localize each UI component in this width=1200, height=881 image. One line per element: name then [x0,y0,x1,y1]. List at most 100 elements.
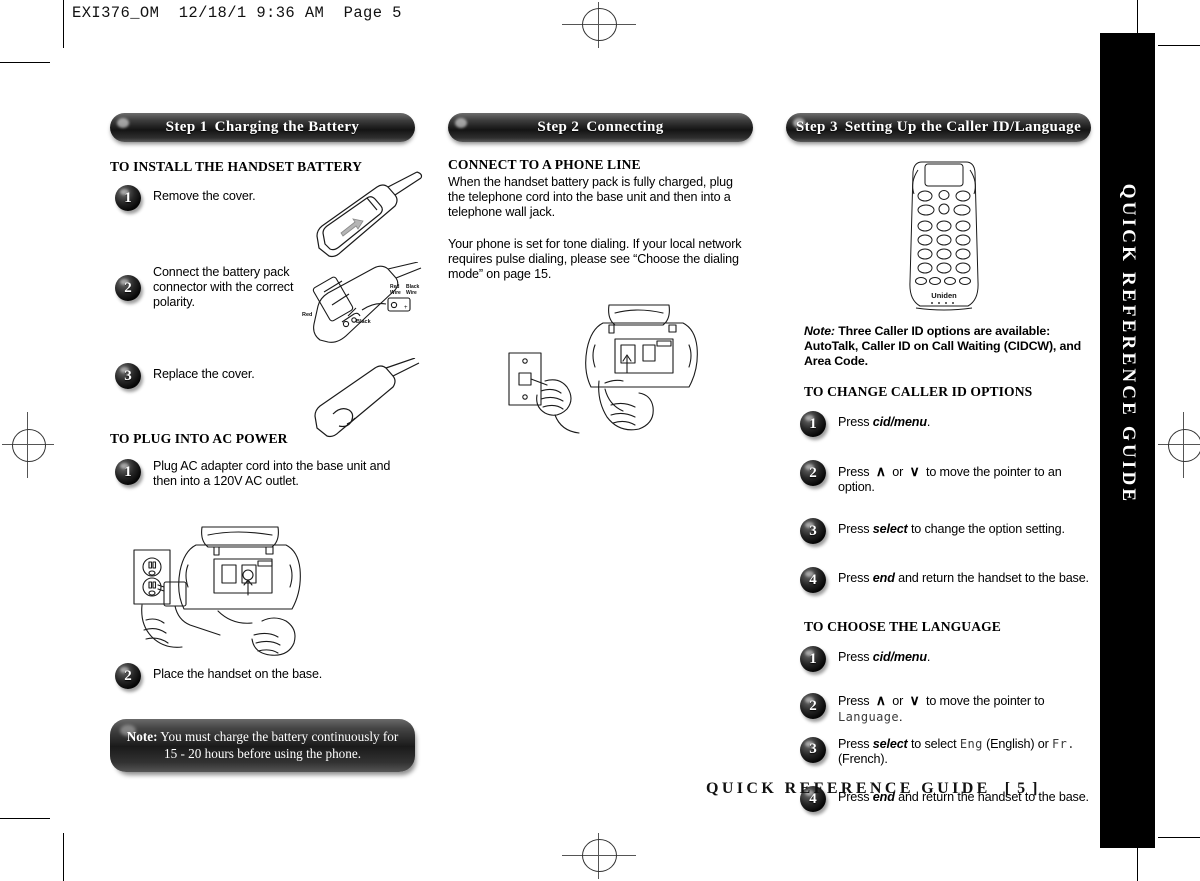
key-label: cid/menu [872,415,927,429]
heading-change-caller-id: TO CHANGE CALLER ID OPTIONS [804,384,1033,399]
footer-title: QUICK REFERENCE GUIDE [706,780,991,797]
step-text: Press cid/menu. [826,411,930,430]
list-item: 2 Press ∧ or ∨ to move the pointer to an… [800,460,1091,495]
chevron-down-icon: ∨ [909,692,920,709]
note-caller-id-options: Note: Three Caller ID options are availa… [786,324,1091,369]
step-1-header: Step 1 Charging the Battery [110,113,415,142]
step-3-number: Step 3 [795,119,838,135]
step-text: Plug AC adapter cord into the base unit … [153,459,391,489]
step-bullet: 3 [800,518,826,545]
heading-choose-language: TO CHOOSE THE LANGUAGE [804,619,1001,635]
step-bullet-number: 4 [809,571,817,588]
step-text-pre: Press [838,650,873,665]
heading-connect-phone-line: CONNECT TO A PHONE LINE [448,157,641,172]
step-bullet: 2 [800,693,826,720]
step-text-post: to select [907,736,960,751]
crop-mark-top-right-horizontal [1158,45,1200,47]
list-item: 1 Press cid/menu. [800,411,1091,437]
registration-mark-right [1158,412,1200,478]
paragraph-connect: When the handset battery pack is fully c… [448,175,733,220]
note-text: Three Caller ID options are available: A… [804,324,1082,368]
step-text-mid: or [888,465,907,479]
step-2-header: Step 2 Connecting [448,113,753,142]
step-text-pre: Press [838,571,873,586]
step-text-post: . [926,650,931,665]
step-3-header: Step 3 Setting Up the Caller ID/Language [786,113,1091,142]
registration-mark-bottom [562,833,636,879]
step-2-number: Step 2 [537,119,580,135]
step-bullet-number: 3 [809,741,817,758]
step-bullet-number: 4 [809,790,817,807]
footer: QUICK REFERENCE GUIDE [ 5 ] [706,780,1039,798]
crop-mark-bottom-left-horizontal [0,818,50,820]
step-text-tail: (French). [838,752,888,767]
page-canvas: EXI376_OM 12/18/1 9:36 AM Page 5 QUICK R… [0,0,1200,881]
list-item: 1 Press cid/menu. [800,646,1091,673]
chevron-up-icon: ∧ [875,692,886,709]
note-label: Note: [126,729,158,744]
step-text: Press ∧ or ∨ to move the pointer to an o… [826,460,1091,495]
step-text: Connect the battery pack connector with … [153,265,294,310]
key-label: cid/menu [872,650,927,665]
step-text-post: and return the handset to the base. [894,571,1089,586]
list-item: 4 Press end and return the handset to th… [800,567,1091,594]
step-text: Press ∧ or ∨ to move the pointer to Lang… [826,693,1045,724]
column-step-2: Step 2 Connecting CONNECT TO A PHONE LINE… [448,113,753,282]
step-bullet: 1 [800,646,826,673]
step-bullet-number: 2 [124,667,132,684]
crop-mark-bottom-right-vertical [1137,843,1139,881]
step-bullet-number: 3 [124,367,132,384]
step-text-pre: Press [838,694,873,709]
step-bullet: 1 [115,185,141,211]
step-text-pre: Press [838,736,873,751]
step-bullet: 3 [115,363,141,389]
note-label: Note: [804,324,835,338]
step-bullet-number: 1 [124,463,132,480]
illustration-ac-power-hookup [122,525,344,665]
step-bullet-number: 1 [809,650,817,667]
list-item: 2 Connect the battery pack connector wit… [115,265,295,311]
step-text: Press cid/menu. [826,646,930,665]
step-bullet: 3 [800,736,826,763]
list-item: 3 Press select to change the option sett… [800,518,1091,545]
step-1-title: Charging the Battery [214,119,360,135]
step-1-number: Step 1 [165,119,208,135]
step-bullet-number: 1 [124,189,132,206]
lcd-text-language: Language [838,709,899,724]
step-bullet-number: 3 [809,522,817,539]
note-line-1: You must charge the battery continuously… [157,729,399,744]
step-bullet-number: 2 [809,697,817,714]
svg-text:Black: Black [356,319,372,325]
step-3-title: Setting Up the Caller ID/Language [844,119,1082,135]
illustration-replace-cover [305,358,425,438]
step-bullet-number: 1 [809,415,817,432]
footer-page-number: [ 5 ] [1004,780,1039,797]
steps-place-handset: 2 Place the handset on the base. [110,663,415,691]
key-label: select [872,736,908,751]
step-text: Replace the cover. [153,367,255,381]
step-text-post: . [926,415,931,429]
crop-mark-bottom-left-vertical [63,833,65,881]
step-bullet: 1 [115,459,141,485]
step-bullet-number: 2 [809,464,817,481]
illustration-phone-line-hookup [487,295,709,445]
lcd-text-fr: Fr. [1052,736,1075,751]
step-text: Press select to select Eng (English) or … [826,737,1075,767]
list-item: 2 Place the handset on the base. [115,663,415,689]
side-tab-label: QUICK REFERENCE GUIDE [1117,183,1139,505]
registration-mark-top [562,2,636,48]
step-2-title: Connecting [586,119,664,135]
note-box-charging: Note: You must charge the battery contin… [110,719,415,772]
steps-caller-id: 1 Press cid/menu. 2 Press ∧ or ∨ to move… [786,411,1091,594]
side-tab: QUICK REFERENCE GUIDE [1100,33,1155,848]
chevron-up-icon: ∧ [875,463,886,479]
crop-mark-top-left-horizontal [0,62,50,64]
crop-mark-top-left-vertical [63,0,65,48]
step-bullet-number: 2 [124,279,132,296]
lcd-text-eng: Eng [959,736,983,751]
step-bullet: 1 [800,411,826,437]
svg-text:Wire: Wire [406,290,417,296]
steps-ac-power: 1 Plug AC adapter cord into the base uni… [110,459,415,488]
chevron-down-icon: ∨ [909,463,920,479]
step-bullet: 2 [115,663,141,689]
